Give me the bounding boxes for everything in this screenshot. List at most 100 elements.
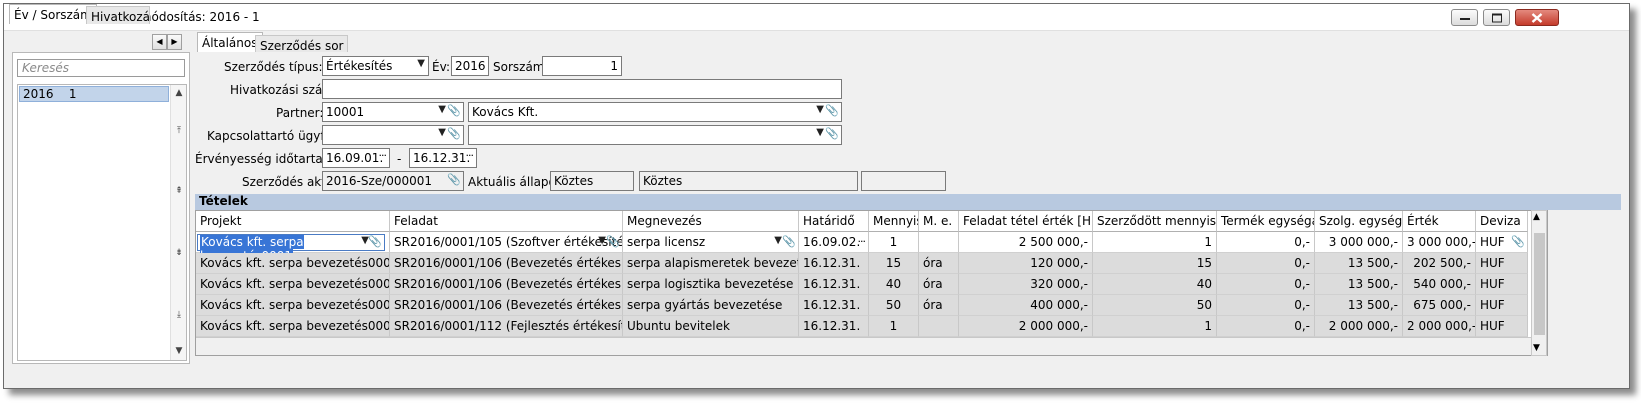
col-header-service-price[interactable]: Szolg. egységár (1315, 211, 1403, 232)
col-header-quantity[interactable]: Mennyisé (869, 211, 919, 232)
table-cell[interactable]: óra (919, 253, 959, 274)
list-scrollbar[interactable]: ▲ ⤒ ⇞ ⇟ ⤓ ▼ (170, 85, 186, 360)
table-cell[interactable]: 2 500 000,- (959, 232, 1093, 253)
col-header-product-price[interactable]: Termék egységár (1217, 211, 1315, 232)
ellipsis-icon[interactable]: ··· (858, 235, 866, 248)
table-cell[interactable]: 1 (869, 316, 919, 337)
table-cell[interactable]: 1 (1093, 232, 1217, 253)
paperclip-icon[interactable]: 📎 (606, 235, 620, 248)
paperclip-icon[interactable]: 📎 (825, 104, 839, 117)
table-cell[interactable]: 0,- (1217, 253, 1315, 274)
scroll-page-up-icon[interactable]: ⇞ (171, 183, 187, 199)
table-cell[interactable]: serpa gyártás bevezetése (623, 295, 799, 316)
tab-scroll-left-button[interactable]: ◀ (152, 34, 167, 50)
table-cell[interactable]: HUF (1476, 316, 1528, 337)
list-item[interactable]: 2016 1 (19, 86, 169, 102)
table-cell[interactable]: 400 000,- (959, 295, 1093, 316)
table-cell[interactable]: 1 (1093, 316, 1217, 337)
serial-field[interactable]: 1 (542, 56, 622, 76)
paperclip-icon[interactable]: 📎 (825, 127, 839, 140)
paperclip-icon[interactable]: 📎 (447, 127, 461, 140)
horizontal-scrollbar[interactable] (196, 337, 1533, 355)
table-cell[interactable]: 16.12.31. (799, 295, 869, 316)
ellipsis-icon[interactable]: ··· (466, 149, 474, 162)
scroll-up-icon[interactable]: ▲ (1533, 212, 1540, 222)
tab-scroll-right-button[interactable]: ▶ (167, 34, 182, 50)
scroll-last-icon[interactable]: ⤓ (171, 307, 187, 323)
table-cell[interactable]: 16.09.02. ··· (799, 232, 869, 253)
contract-type-select[interactable]: Értékesítés ▼ (322, 56, 429, 76)
grid-vertical-scrollbar[interactable]: ▲ ▼ (1531, 210, 1547, 356)
scroll-thumb[interactable] (1534, 233, 1545, 335)
table-cell[interactable] (919, 232, 959, 253)
maximize-button[interactable] (1483, 9, 1510, 26)
table-cell[interactable]: SR2016/0001/106 (Bevezetés értékesítés) (390, 274, 623, 295)
table-cell[interactable]: 675 000,- (1403, 295, 1476, 316)
table-cell[interactable]: 3 000 000,- (1403, 232, 1476, 253)
table-cell[interactable]: 3 000 000,- (1315, 232, 1403, 253)
close-button[interactable] (1515, 9, 1559, 26)
table-cell[interactable]: 15 (869, 253, 919, 274)
scroll-down-icon[interactable]: ▼ (171, 343, 187, 359)
paperclip-icon[interactable]: 📎 (447, 173, 461, 186)
table-cell[interactable]: 202 500,- (1403, 253, 1476, 274)
table-cell[interactable]: 13 500,- (1315, 274, 1403, 295)
scroll-up-icon[interactable]: ▲ (171, 85, 187, 101)
table-cell[interactable]: Kovács kft. serpa bevezetés0001 (196, 253, 390, 274)
table-cell[interactable]: SR2016/0001/112 (Fejlesztés értékesítés) (390, 316, 623, 337)
contact-code-select[interactable]: ▼ 📎 (322, 125, 464, 145)
table-cell[interactable]: HUF (1476, 253, 1528, 274)
table-cell[interactable]: 320 000,- (959, 274, 1093, 295)
col-header-unit[interactable]: M. e. (919, 211, 959, 232)
table-cell[interactable]: 13 500,- (1315, 295, 1403, 316)
scroll-down-icon[interactable]: ▼ (1533, 343, 1540, 353)
paperclip-icon[interactable]: 📎 (447, 104, 461, 117)
table-cell[interactable]: 0,- (1217, 274, 1315, 295)
table-cell[interactable]: 2 000 000,- (959, 316, 1093, 337)
table-cell[interactable]: Kovács kft. serpa bevezetés0001 (196, 316, 390, 337)
col-header-contracted-qty[interactable]: Szerződött mennyiség (1093, 211, 1217, 232)
paperclip-icon[interactable]: 📎 (368, 235, 382, 248)
table-cell[interactable]: 16.12.31. (799, 253, 869, 274)
table-cell[interactable]: serpa alapismeretek bevezetése (623, 253, 799, 274)
col-header-task-value[interactable]: Feladat tétel érték [HUF] (959, 211, 1093, 232)
validity-to-field[interactable]: 16.12.31. ··· (409, 148, 477, 168)
project-editor-select[interactable]: Kovács kft. serpa bevezetés0001 ▼ 📎 (197, 234, 385, 263)
contact-name-select[interactable]: ▼ 📎 (468, 125, 842, 145)
table-cell[interactable]: 2 000 000,- (1403, 316, 1476, 337)
table-cell[interactable]: HUF 📎 (1476, 232, 1528, 253)
tab-contract-row[interactable]: Szerződés sor (255, 35, 349, 53)
table-cell[interactable]: SR2016/0001/106 (Bevezetés értékesítés) (390, 295, 623, 316)
partner-name-select[interactable]: Kovács Kft. ▼ 📎 (468, 102, 842, 122)
table-cell[interactable] (919, 316, 959, 337)
table-cell[interactable]: 40 (869, 274, 919, 295)
contract-file-field[interactable]: 2016-Sze/000001 📎 (322, 171, 464, 191)
table-cell[interactable]: óra (919, 274, 959, 295)
table-cell[interactable]: 13 500,- (1315, 253, 1403, 274)
table-cell[interactable]: serpa licensz ▼ 📎 (623, 232, 799, 253)
table-cell[interactable]: 40 (1093, 274, 1217, 295)
table-cell[interactable]: 50 (1093, 295, 1217, 316)
scroll-page-down-icon[interactable]: ⇟ (171, 245, 187, 261)
paperclip-icon[interactable]: 📎 (782, 235, 796, 248)
year-field[interactable]: 2016 (451, 56, 489, 76)
table-cell[interactable]: 15 (1093, 253, 1217, 274)
table-cell[interactable]: Ubuntu bevitelek (623, 316, 799, 337)
col-header-currency[interactable]: Deviza (1476, 211, 1528, 232)
col-header-name[interactable]: Megnevezés (623, 211, 799, 232)
table-cell[interactable]: 2 000 000,- (1315, 316, 1403, 337)
col-header-project[interactable]: Projekt (196, 211, 390, 232)
table-cell[interactable]: HUF (1476, 274, 1528, 295)
minimize-button[interactable] (1451, 9, 1478, 26)
table-cell[interactable]: HUF (1476, 295, 1528, 316)
table-cell[interactable]: SR2016/0001/105 (Szoftver értékesítés) ▼… (390, 232, 623, 253)
table-cell[interactable]: Kovács kft. serpa bevezetés0001 (196, 295, 390, 316)
table-cell[interactable]: 0,- (1217, 232, 1315, 253)
validity-from-field[interactable]: 16.09.01. ··· (322, 148, 390, 168)
search-input[interactable]: Keresés (17, 59, 185, 77)
col-header-deadline[interactable]: Határidő (799, 211, 869, 232)
table-cell[interactable]: 0,- (1217, 295, 1315, 316)
partner-code-select[interactable]: 10001 ▼ 📎 (322, 102, 464, 122)
col-header-task[interactable]: Feladat (390, 211, 623, 232)
table-cell[interactable]: 540 000,- (1403, 274, 1476, 295)
